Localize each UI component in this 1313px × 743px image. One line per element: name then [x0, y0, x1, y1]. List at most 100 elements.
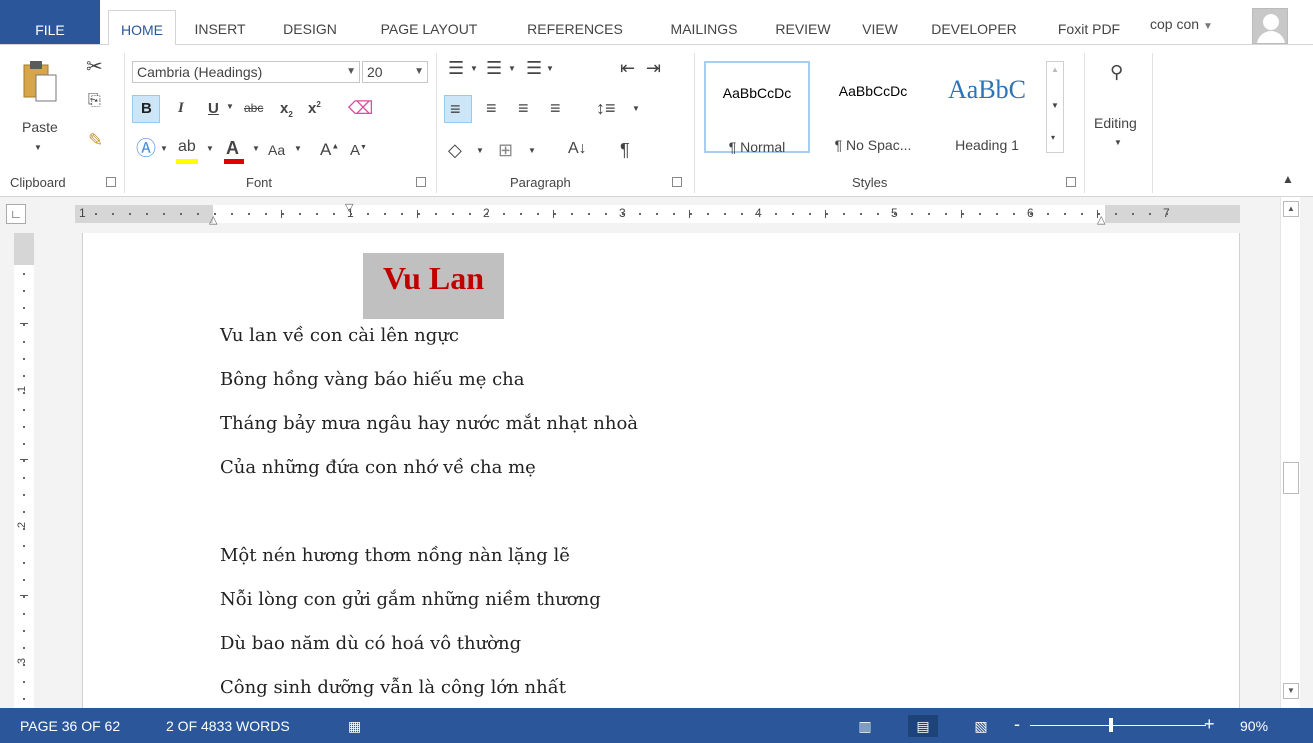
- highlight-color-button[interactable]: ab: [174, 139, 202, 165]
- tab-file[interactable]: FILE: [0, 0, 100, 44]
- chevron-down-icon[interactable]: ▼: [528, 147, 536, 155]
- zoom-slider-thumb[interactable]: [1109, 718, 1113, 732]
- sort-icon[interactable]: A↓: [568, 141, 587, 157]
- print-layout-icon[interactable]: ▤: [908, 715, 938, 737]
- increase-indent-icon[interactable]: ⇥: [646, 59, 661, 77]
- font-size-dropdown[interactable]: 20 ▼: [362, 61, 428, 83]
- poem-line[interactable]: Vu lan về con cài lên ngực: [220, 325, 459, 346]
- superscript-button[interactable]: x2: [308, 101, 321, 117]
- tab-references[interactable]: REFERENCES: [510, 10, 640, 44]
- tab-review[interactable]: REVIEW: [763, 10, 843, 44]
- poem-line[interactable]: Công sinh dưỡng vẫn là công lớn nhất: [220, 677, 566, 698]
- grow-font-button[interactable]: A▲: [320, 141, 339, 158]
- ruler-dot: [503, 213, 505, 215]
- chevron-down-icon[interactable]: ▼: [206, 145, 214, 153]
- tab-design[interactable]: DESIGN: [274, 10, 346, 44]
- subscript-button[interactable]: x2: [280, 101, 293, 119]
- word-count[interactable]: 2 OF 4833 WORDS: [166, 718, 290, 734]
- zoom-out-button[interactable]: -: [1014, 714, 1020, 735]
- scroll-up-icon[interactable]: ▲: [1051, 66, 1059, 74]
- dialog-launcher-icon[interactable]: [416, 177, 426, 187]
- font-color-button[interactable]: A: [222, 139, 246, 165]
- change-case-button[interactable]: Aa: [268, 143, 285, 157]
- zoom-in-button[interactable]: +: [1204, 714, 1215, 735]
- scroll-down-icon[interactable]: ▼: [1283, 683, 1299, 699]
- paste-button[interactable]: Paste ▼: [18, 57, 62, 157]
- chevron-down-icon[interactable]: ▼: [294, 145, 302, 153]
- clear-formatting-icon[interactable]: ⌫: [348, 99, 373, 117]
- chevron-down-icon[interactable]: ▼: [546, 65, 554, 73]
- chevron-down-icon[interactable]: ▼: [226, 103, 234, 111]
- proofing-icon[interactable]: ▦: [348, 718, 361, 735]
- align-center-icon[interactable]: ≡: [486, 99, 497, 117]
- poem-line[interactable]: Nỗi lòng con gửi gắm những niềm thương: [220, 589, 601, 610]
- document-title[interactable]: Vu Lan: [363, 253, 504, 319]
- text-effects-icon[interactable]: Ⓐ: [136, 139, 156, 159]
- cut-icon[interactable]: ✂: [86, 57, 103, 77]
- account-menu[interactable]: cop con ▼: [1150, 16, 1213, 32]
- zoom-level[interactable]: 90%: [1240, 718, 1268, 734]
- document-page[interactable]: Vu Lan Vu lan về con cài lên ngực Bông h…: [82, 233, 1240, 708]
- vertical-ruler[interactable]: 1 2 3: [14, 233, 34, 708]
- shading-icon[interactable]: ◇: [448, 141, 462, 159]
- italic-button[interactable]: I: [178, 101, 184, 116]
- avatar[interactable]: [1252, 8, 1288, 44]
- more-styles-icon[interactable]: ▾: [1051, 134, 1055, 142]
- horizontal-ruler[interactable]: 1 1 2 3 4 5 6 7 ▽ △ △: [75, 202, 1240, 226]
- chevron-down-icon[interactable]: ▼: [508, 65, 516, 73]
- tab-mailings[interactable]: MAILINGS: [652, 10, 756, 44]
- editing-button[interactable]: ⚲ Editing ▼: [1094, 59, 1148, 159]
- collapse-ribbon-icon[interactable]: ▲: [1282, 173, 1294, 185]
- multilevel-list-icon[interactable]: ☰: [526, 59, 542, 77]
- numbering-icon[interactable]: ☰: [486, 59, 502, 77]
- chevron-down-icon[interactable]: ▼: [252, 145, 260, 153]
- zoom-slider[interactable]: [1030, 725, 1206, 726]
- decrease-indent-icon[interactable]: ⇤: [620, 59, 635, 77]
- poem-line[interactable]: Dù bao năm dù có hoá vô thường: [220, 633, 521, 654]
- scroll-up-icon[interactable]: ▲: [1283, 201, 1299, 217]
- dialog-launcher-icon[interactable]: [106, 177, 116, 187]
- bullets-icon[interactable]: ☰: [448, 59, 464, 77]
- tab-selector[interactable]: ∟: [6, 204, 26, 224]
- poem-line[interactable]: Của những đứa con nhớ về cha mẹ: [220, 457, 536, 478]
- copy-icon[interactable]: ⎘: [88, 93, 101, 109]
- bold-button[interactable]: B: [132, 95, 160, 123]
- style-name: ¶ Normal: [728, 139, 786, 155]
- tab-insert[interactable]: INSERT: [188, 10, 252, 44]
- tab-foxit-pdf[interactable]: Foxit PDF: [1040, 10, 1138, 44]
- poem-line[interactable]: Một nén hương thơm nồng nàn lặng lẽ: [220, 545, 570, 566]
- line-spacing-icon[interactable]: ↕≡: [596, 99, 616, 117]
- scroll-down-icon[interactable]: ▼: [1051, 102, 1059, 110]
- underline-button[interactable]: U: [208, 101, 219, 116]
- shrink-font-button[interactable]: A▼: [350, 143, 367, 158]
- style-no-spacing[interactable]: AaBbCcDc ¶ No Spac...: [820, 61, 926, 153]
- tab-developer[interactable]: DEVELOPER: [918, 10, 1030, 44]
- borders-icon[interactable]: ⊞: [498, 141, 513, 159]
- poem-line[interactable]: Bông hồng vàng báo hiếu mẹ cha: [220, 369, 524, 390]
- format-painter-icon[interactable]: ✎: [88, 131, 103, 149]
- ruler-dot: [23, 681, 25, 683]
- style-normal[interactable]: AaBbCcDc ¶ Normal: [704, 61, 810, 155]
- page-count[interactable]: PAGE 36 OF 62: [20, 718, 120, 734]
- show-formatting-button[interactable]: ¶: [620, 141, 630, 159]
- tab-page-layout[interactable]: PAGE LAYOUT: [365, 10, 493, 44]
- scrollbar-thumb[interactable]: [1283, 462, 1299, 494]
- vertical-scrollbar[interactable]: ▲ ▼: [1280, 197, 1300, 708]
- web-layout-icon[interactable]: ▧: [966, 715, 996, 737]
- poem-line[interactable]: Tháng bảy mưa ngâu hay nước mắt nhạt nho…: [220, 413, 638, 434]
- align-right-icon[interactable]: ≡: [518, 99, 529, 117]
- dialog-launcher-icon[interactable]: [672, 177, 682, 187]
- strikethrough-button[interactable]: abc: [244, 102, 263, 114]
- style-heading-1[interactable]: AaBbC Heading 1: [934, 61, 1040, 153]
- align-left-button[interactable]: ≡: [444, 95, 472, 123]
- chevron-down-icon[interactable]: ▼: [160, 145, 168, 153]
- tab-home[interactable]: HOME: [108, 10, 176, 46]
- chevron-down-icon[interactable]: ▼: [632, 105, 640, 113]
- read-mode-icon[interactable]: ▥: [850, 715, 880, 737]
- chevron-down-icon[interactable]: ▼: [476, 147, 484, 155]
- justify-icon[interactable]: ≡: [550, 99, 561, 117]
- chevron-down-icon[interactable]: ▼: [470, 65, 478, 73]
- font-name-dropdown[interactable]: Cambria (Headings) ▼: [132, 61, 360, 83]
- tab-view[interactable]: VIEW: [852, 10, 908, 44]
- dialog-launcher-icon[interactable]: [1066, 177, 1076, 187]
